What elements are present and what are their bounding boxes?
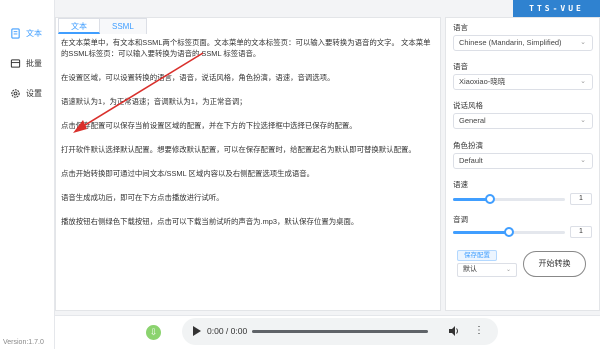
chevron-down-icon: ⌄ xyxy=(505,267,511,273)
sidebar-item-label: 批量 xyxy=(26,59,42,68)
slider-handle[interactable] xyxy=(484,194,495,204)
voice-select[interactable]: Xiaoxiao-晓晓 ⌄ xyxy=(453,74,593,90)
download-icon[interactable]: ⇩ xyxy=(146,325,161,340)
play-icon[interactable] xyxy=(193,326,201,336)
sidebar-item-text[interactable]: 文本 xyxy=(10,28,42,39)
editor-tabs: 文本 SSML xyxy=(58,18,147,35)
pitch-input[interactable]: 1 xyxy=(570,226,592,238)
chevron-down-icon: ⌄ xyxy=(580,39,586,46)
paragraph: 语音生成成功后，即可在下方点击播放进行试听。 xyxy=(61,193,224,202)
role-value: Default xyxy=(459,156,483,165)
gear-icon xyxy=(11,89,20,98)
batch-icon xyxy=(10,59,21,68)
speed-slider[interactable] xyxy=(453,194,565,204)
config-select[interactable]: 默认 ⌄ xyxy=(457,263,517,277)
chevron-down-icon: ⌄ xyxy=(580,117,586,124)
pitch-slider[interactable] xyxy=(453,227,565,237)
role-label: 角色扮演 xyxy=(453,141,483,150)
chevron-down-icon: ⌄ xyxy=(580,78,586,85)
tab-text[interactable]: 文本 xyxy=(58,18,100,34)
paragraph: 语速默认为1，为正常语速；音调默认为1，为正常音调； xyxy=(61,97,247,106)
player-time: 0:00 / 0:00 xyxy=(207,326,248,336)
sidebar-item-batch[interactable]: 批量 xyxy=(10,58,42,69)
audio-player: 0:00 / 0:00 ⋮ xyxy=(182,318,498,345)
paragraph: 点击开始转换即可通过中间文本/SSML 区域内容以及右侧配置选项生成语音。 xyxy=(61,169,315,178)
sidebar: 文本 批量 设置 Version:1.7.0 xyxy=(0,0,55,349)
paragraph: 在文本菜单中，有文本和SSML两个标签页面。文本菜单的文本标签页：可以输入要转换… xyxy=(61,38,431,58)
language-select[interactable]: Chinese (Mandarin, Simplified) ⌄ xyxy=(453,35,593,51)
paragraph: 点击保存配置可以保存当前设置区域的配置，并在下方的下拉选择框中选择已保存的配置。 xyxy=(61,121,357,130)
paragraph: 打开软件默认选择默认配置。想要修改默认配置，可以在保存配置时，给配置起名为默认即… xyxy=(61,145,416,154)
text-input-area[interactable]: 在文本菜单中，有文本和SSML两个标签页面。文本菜单的文本标签页：可以输入要转换… xyxy=(61,37,435,234)
version-label: Version:1.7.0 xyxy=(3,339,44,346)
voice-value: Xiaoxiao-晓晓 xyxy=(459,77,506,86)
sidebar-item-settings[interactable]: 设置 xyxy=(10,88,42,99)
pitch-label: 音调 xyxy=(453,215,468,224)
language-value: Chinese (Mandarin, Simplified) xyxy=(459,38,562,47)
config-value: 默认 xyxy=(463,266,477,273)
tab-ssml[interactable]: SSML xyxy=(100,18,147,34)
seek-bar[interactable] xyxy=(252,330,428,333)
voice-label: 语音 xyxy=(453,62,468,71)
style-value: General xyxy=(459,116,486,125)
editor-card: 文本 SSML 在文本菜单中，有文本和SSML两个标签页面。文本菜单的文本标签页… xyxy=(55,17,441,311)
language-label: 语言 xyxy=(453,23,468,32)
paragraph: 在设置区域，可以设置转换的语言，语音，说话风格，角色扮演，语速，音调选项。 xyxy=(61,73,335,82)
document-icon xyxy=(11,28,20,39)
speed-label: 语速 xyxy=(453,180,468,189)
style-select[interactable]: General ⌄ xyxy=(453,113,593,129)
paragraph: 播放按钮右侧绿色下载按钮，点击可以下载当前试听的声音为.mp3，默认保存位置为桌… xyxy=(61,217,359,226)
sidebar-item-label: 文本 xyxy=(26,29,42,38)
slider-handle[interactable] xyxy=(504,227,514,237)
start-convert-button[interactable]: 开始转换 xyxy=(523,251,586,277)
more-options-icon[interactable]: ⋮ xyxy=(474,324,484,338)
save-config-button[interactable]: 保存配置 xyxy=(457,250,497,261)
chevron-down-icon: ⌄ xyxy=(580,157,586,164)
style-label: 说话风格 xyxy=(453,101,483,110)
volume-icon[interactable] xyxy=(448,325,460,337)
brand-logo: TTS-VUE xyxy=(513,0,600,17)
role-select[interactable]: Default ⌄ xyxy=(453,153,593,169)
speed-input[interactable]: 1 xyxy=(570,193,592,205)
sidebar-item-label: 设置 xyxy=(26,89,42,98)
